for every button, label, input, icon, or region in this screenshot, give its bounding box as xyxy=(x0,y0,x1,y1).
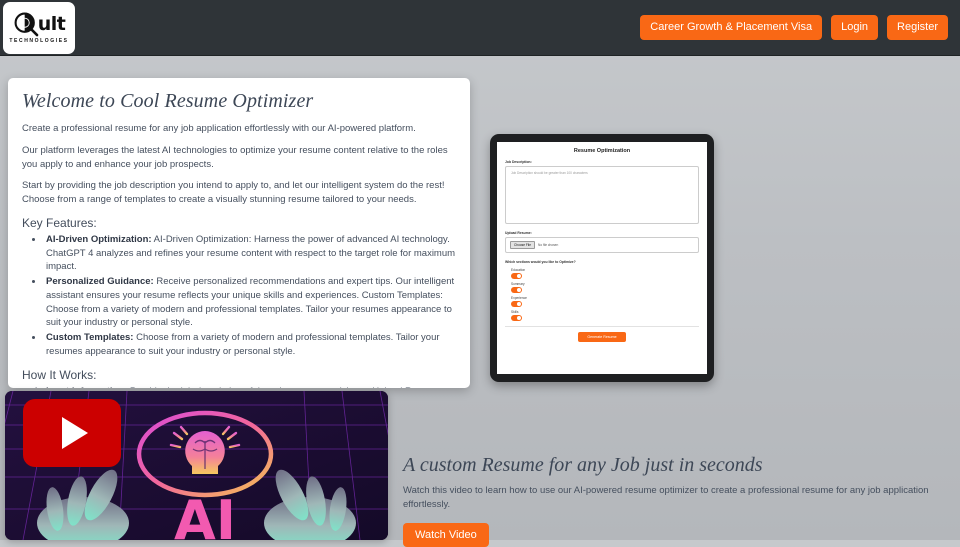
key-features-list: AI-Driven Optimization: AI-Driven Optimi… xyxy=(44,233,456,359)
feature-term: Personalized Guidance: xyxy=(46,276,154,288)
intro-paragraph-1: Create a professional resume for any job… xyxy=(22,123,416,134)
site-header: ult TECHNOLOGIES Career Growth & Placeme… xyxy=(0,0,960,56)
preview-divider xyxy=(505,326,699,327)
career-growth-button[interactable]: Career Growth & Placement Visa xyxy=(640,15,823,40)
toggle-switch-skills[interactable] xyxy=(511,315,522,321)
preview-sections-question: Which sections would you like to Optimiz… xyxy=(505,260,576,264)
step-term: Input Information: xyxy=(46,386,127,388)
preview-option-label: Skills xyxy=(511,310,519,314)
video-section-copy: A custom Resume for any Job just in seco… xyxy=(403,454,933,547)
preview-file-status: No file chosen xyxy=(538,243,559,247)
app-preview-screen: Resume Optimization Job Description: Job… xyxy=(497,142,707,374)
how-it-works-heading: How It Works: xyxy=(22,367,97,382)
page-content: Welcome to Cool Resume Optimizer Create … xyxy=(0,56,960,547)
watch-video-button[interactable]: Watch Video xyxy=(403,522,489,547)
intro-paragraph-3: Start by providing the job description y… xyxy=(22,180,445,206)
feature-term: Custom Templates: xyxy=(46,332,134,344)
header-nav: Career Growth & Placement Visa Login Reg… xyxy=(640,15,948,40)
list-item: Custom Templates: Choose from a variety … xyxy=(44,331,456,359)
preview-job-textarea[interactable]: Job Description should be greater than 1… xyxy=(505,166,699,224)
preview-option-label: Experience xyxy=(511,296,527,300)
youtube-play-icon[interactable] xyxy=(23,399,121,467)
key-features-heading: Key Features: xyxy=(22,215,97,230)
video-section-description: Watch this video to learn how to use our… xyxy=(403,485,929,511)
list-item: Personalized Guidance: Receive personali… xyxy=(44,275,456,330)
preview-option-label: Summary xyxy=(511,282,525,286)
preview-generate-resume-button[interactable]: Generate Resume xyxy=(578,332,626,342)
preview-title: Resume Optimization xyxy=(573,148,631,154)
ai-thumbnail-text: AI xyxy=(174,489,236,540)
list-item: Input Information: Provide the job descr… xyxy=(44,385,456,388)
toggle-switch-experience[interactable] xyxy=(511,301,522,307)
qult-q-logo-icon xyxy=(14,12,39,37)
intro-paragraph-2: Our platform leverages the latest AI tec… xyxy=(22,144,448,170)
preview-file-input[interactable]: Choose File No file chosen xyxy=(505,237,699,253)
feature-term: AI-Driven Optimization: xyxy=(46,233,152,245)
welcome-card: Welcome to Cool Resume Optimizer Create … xyxy=(8,78,470,388)
video-thumbnail[interactable]: AI xyxy=(5,391,388,540)
preview-option-summary: Summary xyxy=(511,282,699,293)
list-item: AI-Driven Optimization: AI-Driven Optimi… xyxy=(44,233,456,274)
play-triangle-icon xyxy=(62,417,88,449)
toggle-switch-education[interactable] xyxy=(511,273,522,279)
preview-option-label: Education xyxy=(511,268,526,272)
preview-choose-file-button[interactable]: Choose File xyxy=(510,241,536,249)
video-section-title: A custom Resume for any Job just in seco… xyxy=(403,454,763,476)
preview-option-education: Education xyxy=(511,268,699,279)
login-button[interactable]: Login xyxy=(831,15,879,40)
preview-upload-label: Upload Resume: xyxy=(505,231,532,235)
page-title: Welcome to Cool Resume Optimizer xyxy=(22,90,314,112)
logo[interactable]: ult TECHNOLOGIES xyxy=(3,1,75,54)
how-it-works-list: Input Information: Provide the job descr… xyxy=(44,385,456,388)
register-button[interactable]: Register xyxy=(887,15,948,40)
app-preview-frame: Resume Optimization Job Description: Job… xyxy=(490,134,714,382)
preview-option-experience: Experience xyxy=(511,296,699,307)
toggle-switch-summary[interactable] xyxy=(511,287,522,293)
logo-subtitle: TECHNOLOGIES xyxy=(9,38,69,44)
logo-wordmark: ult xyxy=(37,12,66,35)
preview-option-skills: Skills xyxy=(511,310,699,321)
preview-job-label: Job Description: xyxy=(505,160,532,164)
logo-mark: ult xyxy=(13,11,66,37)
